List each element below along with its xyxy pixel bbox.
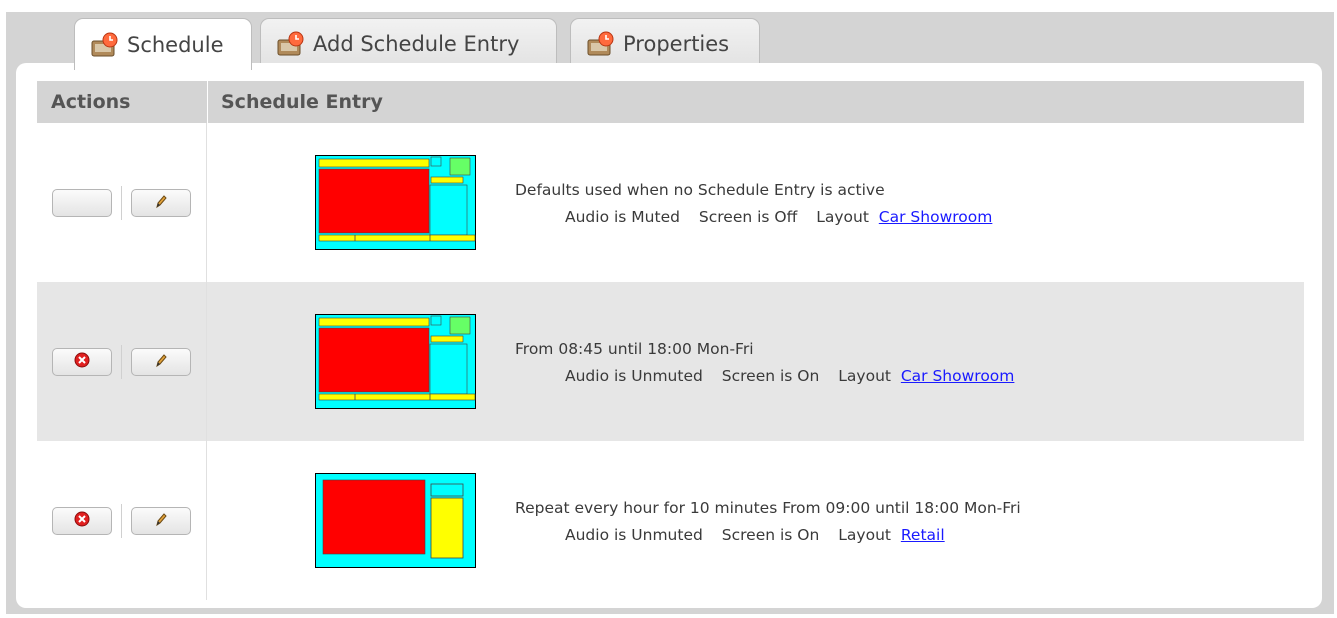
- screen-status: Screen is On: [721, 367, 820, 385]
- button-divider: [121, 503, 122, 538]
- table-row: From 08:45 until 18:00 Mon-Fri Audio is …: [37, 282, 1304, 441]
- schedule-panel: Actions Schedule Entry Defaults used whe…: [16, 63, 1322, 608]
- layout-label: Layout: [838, 526, 896, 544]
- table-row: Repeat every hour for 10 minutes From 09…: [37, 441, 1304, 600]
- pencil-icon: [153, 352, 169, 372]
- layout-link[interactable]: Retail: [901, 526, 945, 544]
- clock-monitor-icon: [277, 31, 305, 57]
- pencil-icon: [153, 193, 169, 213]
- entry-title: Repeat every hour for 10 minutes From 09…: [515, 499, 1021, 517]
- row-body: Defaults used when no Schedule Entry is …: [207, 123, 1304, 282]
- column-header-schedule-entry: Schedule Entry: [221, 91, 383, 113]
- entry-details: Audio is Unmuted Screen is On Layout Car…: [515, 363, 1014, 390]
- layout-preview-retail[interactable]: [315, 473, 476, 568]
- schedule-window: Schedule Add Schedule Entry Properties A…: [6, 12, 1334, 614]
- layout-link[interactable]: Car Showroom: [901, 367, 1015, 385]
- table-header: Actions Schedule Entry: [37, 81, 1304, 123]
- delete-button[interactable]: [52, 506, 112, 535]
- entry-description: From 08:45 until 18:00 Mon-Fri Audio is …: [515, 336, 1014, 390]
- table-row: Defaults used when no Schedule Entry is …: [37, 123, 1304, 282]
- delete-icon: [74, 511, 90, 531]
- button-divider: [121, 344, 122, 379]
- edit-button[interactable]: [131, 188, 191, 217]
- column-header-actions: Actions: [51, 91, 131, 113]
- edit-button[interactable]: [131, 506, 191, 535]
- tab-properties[interactable]: Properties: [570, 18, 760, 68]
- entry-title: Defaults used when no Schedule Entry is …: [515, 181, 885, 199]
- entry-description: Defaults used when no Schedule Entry is …: [515, 177, 992, 231]
- tab-add-schedule-entry[interactable]: Add Schedule Entry: [260, 18, 557, 68]
- entry-details: Audio is Muted Screen is Off Layout Car …: [515, 204, 992, 231]
- audio-status: Audio is Muted: [565, 208, 680, 226]
- clock-monitor-icon: [91, 32, 119, 58]
- layout-link[interactable]: Car Showroom: [879, 208, 993, 226]
- delete-button-disabled: [52, 188, 112, 217]
- row-actions: [37, 123, 207, 282]
- tab-schedule[interactable]: Schedule: [74, 18, 252, 70]
- row-body: From 08:45 until 18:00 Mon-Fri Audio is …: [207, 282, 1304, 441]
- pencil-icon: [153, 511, 169, 531]
- layout-preview-car-showroom[interactable]: [315, 314, 476, 409]
- button-divider: [121, 185, 122, 220]
- tab-label: Properties: [623, 31, 730, 56]
- screen-status: Screen is Off: [698, 208, 798, 226]
- entry-title: From 08:45 until 18:00 Mon-Fri: [515, 340, 754, 358]
- delete-icon: [74, 352, 90, 372]
- layout-label: Layout: [838, 367, 896, 385]
- row-actions: [37, 441, 207, 600]
- audio-status: Audio is Unmuted: [565, 526, 703, 544]
- layout-preview-car-showroom[interactable]: [315, 155, 476, 250]
- edit-button[interactable]: [131, 347, 191, 376]
- screen-status: Screen is On: [721, 526, 820, 544]
- entry-description: Repeat every hour for 10 minutes From 09…: [515, 495, 1021, 549]
- tab-label: Schedule: [127, 32, 224, 57]
- delete-button[interactable]: [52, 347, 112, 376]
- audio-status: Audio is Unmuted: [565, 367, 703, 385]
- schedule-table: Actions Schedule Entry Defaults used whe…: [37, 81, 1304, 600]
- tab-label: Add Schedule Entry: [313, 31, 520, 56]
- layout-label: Layout: [816, 208, 874, 226]
- entry-details: Audio is Unmuted Screen is On Layout Ret…: [515, 522, 1021, 549]
- clock-monitor-icon: [587, 31, 615, 57]
- row-actions: [37, 282, 207, 441]
- row-body: Repeat every hour for 10 minutes From 09…: [207, 441, 1304, 600]
